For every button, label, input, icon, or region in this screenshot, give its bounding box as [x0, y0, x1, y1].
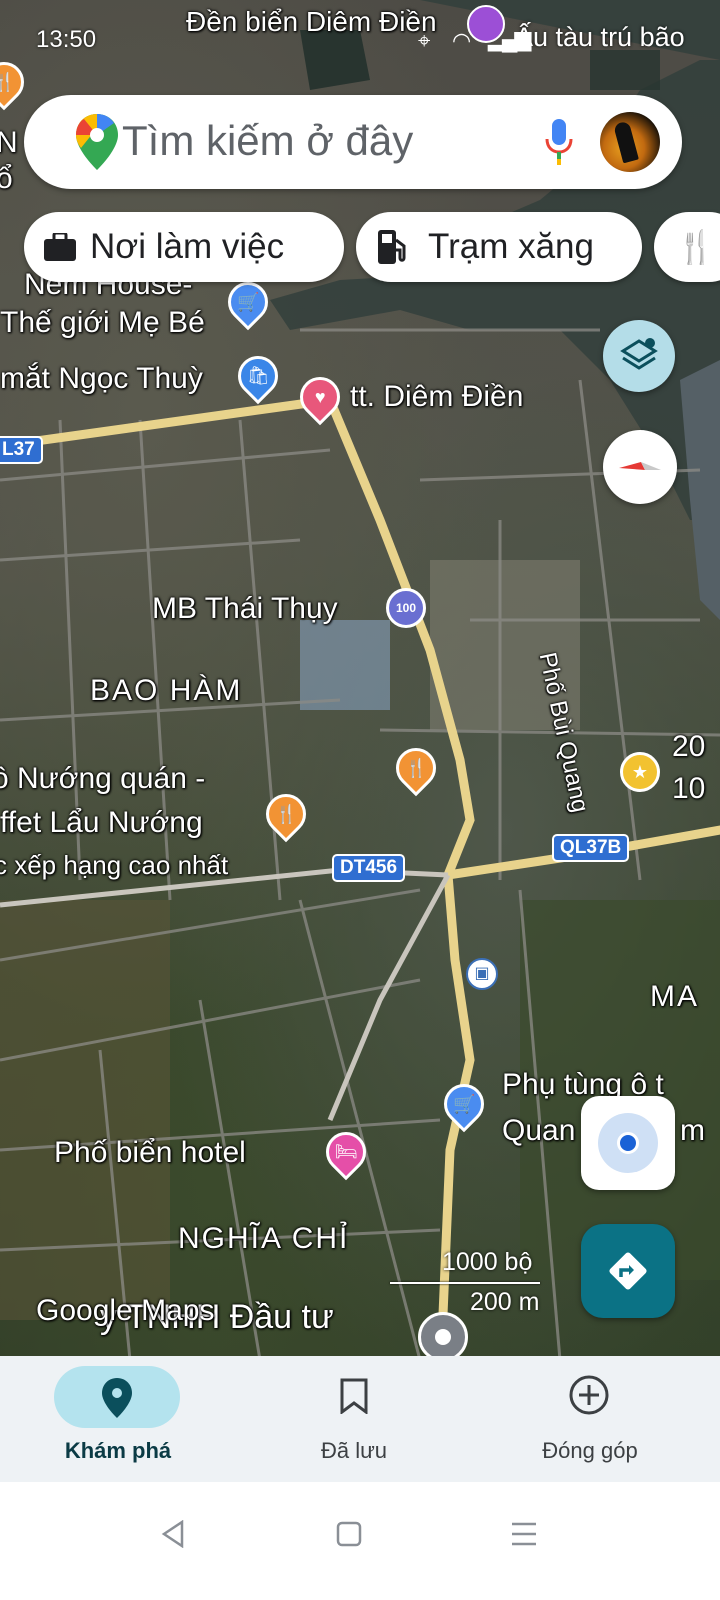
label-the-gioi-me-be: Thế giới Mẹ Bé	[0, 306, 205, 339]
microphone-icon[interactable]	[544, 119, 574, 165]
map-scale: 1000 bộ 200 m	[390, 1248, 550, 1318]
google-maps-logo-icon	[76, 114, 118, 170]
status-time: 13:50	[36, 26, 97, 53]
directions-button[interactable]	[581, 1224, 675, 1318]
scale-meters: 200 m	[470, 1288, 540, 1316]
briefcase-icon	[44, 233, 76, 261]
layers-icon	[620, 338, 658, 370]
label-bao-ham: BAO HÀM	[90, 674, 243, 707]
location-pin-icon	[102, 1378, 132, 1418]
home-icon[interactable]	[336, 1521, 362, 1547]
chip-gas-station[interactable]: Trạm xăng	[356, 212, 642, 282]
add-circle-icon	[569, 1375, 609, 1415]
bottom-location-marker[interactable]	[418, 1312, 468, 1362]
label-rating-20: 20	[672, 730, 706, 763]
recents-icon[interactable]	[510, 1521, 538, 1547]
gas-station-icon	[378, 230, 406, 264]
chip-restaurant[interactable]: 🍴	[654, 212, 720, 282]
scale-feet: 1000 bộ	[442, 1248, 533, 1276]
chip-workplace-label: Nơi làm việc	[90, 227, 285, 266]
back-icon[interactable]	[160, 1520, 186, 1548]
label-mb-thai-thuy: MB Thái Thụy	[152, 592, 338, 625]
avatar[interactable]	[600, 112, 660, 172]
nav-saved[interactable]: Đã lưu	[254, 1356, 454, 1482]
signal-status-icon: ▂▄▆	[488, 26, 531, 51]
google-maps-watermark: Google Maps	[36, 1294, 215, 1327]
bookmark-icon	[340, 1378, 368, 1414]
compass-button[interactable]	[603, 430, 677, 504]
chip-workplace[interactable]: Nơi làm việc	[24, 212, 344, 282]
label-left-n: N	[0, 126, 18, 159]
bottom-navigation: Khám phá Đã lưu Đóng góp	[0, 1356, 720, 1482]
notification-text: Ấu tàu trú bão	[515, 22, 685, 52]
compass-icon	[619, 462, 661, 470]
label-nuong-quan: ồ Nướng quán -	[0, 762, 206, 795]
label-phu-tung-2: Quan	[502, 1114, 576, 1147]
label-mat-ngoc-thuy: mắt Ngọc Thuỳ	[0, 362, 203, 395]
road-shield-dt456: DT456	[332, 854, 406, 882]
label-nghia-chi: NGHĨA CHỈ	[178, 1222, 350, 1255]
star-poi-icon[interactable]: ★	[620, 752, 660, 792]
label-buffet-lau-nuong: ffet Lẩu Nướng	[0, 806, 203, 839]
my-location-button[interactable]	[581, 1096, 675, 1190]
bus-stop-icon[interactable]: ▣	[466, 958, 498, 990]
label-pho-bien-hotel: Phố biển hotel	[54, 1136, 246, 1169]
label-den-bien-diem-dien: Đền biển Diêm Điền	[186, 6, 437, 37]
label-xep-hang: c xếp hạng cao nhất	[0, 850, 229, 880]
bank-poi-icon[interactable]: 100	[386, 588, 426, 628]
label-left-o: ổ	[0, 162, 13, 195]
search-input[interactable]: Tìm kiếm ở đây	[122, 117, 413, 165]
label-phu-tung-3: m	[680, 1114, 705, 1147]
road-shield-ql37b: QL37B	[552, 834, 630, 862]
road-shield-ql37: L37	[0, 436, 43, 464]
nav-contribute-label: Đóng góp	[542, 1438, 638, 1463]
label-tt-diem-dien: tt. Diêm Điền	[350, 380, 524, 413]
restaurant-icon: 🍴	[676, 229, 716, 265]
label-ma: MA	[650, 980, 699, 1013]
layers-button[interactable]	[603, 320, 675, 392]
location-status-icon: ⌖	[418, 28, 431, 53]
nav-saved-label: Đã lưu	[320, 1438, 388, 1463]
wifi-status-icon: ◠	[452, 28, 472, 53]
system-navigation-bar	[0, 1482, 720, 1600]
chip-gas-station-label: Trạm xăng	[428, 227, 594, 266]
directions-icon	[609, 1252, 647, 1290]
nav-contribute[interactable]: Đóng góp	[490, 1356, 690, 1482]
label-rating-10: 10	[672, 772, 706, 805]
search-bar[interactable]: Tìm kiếm ở đây	[24, 95, 682, 189]
my-location-icon	[598, 1113, 658, 1173]
nav-explore[interactable]: Khám phá	[18, 1356, 218, 1482]
nav-explore-label: Khám phá	[64, 1438, 172, 1463]
